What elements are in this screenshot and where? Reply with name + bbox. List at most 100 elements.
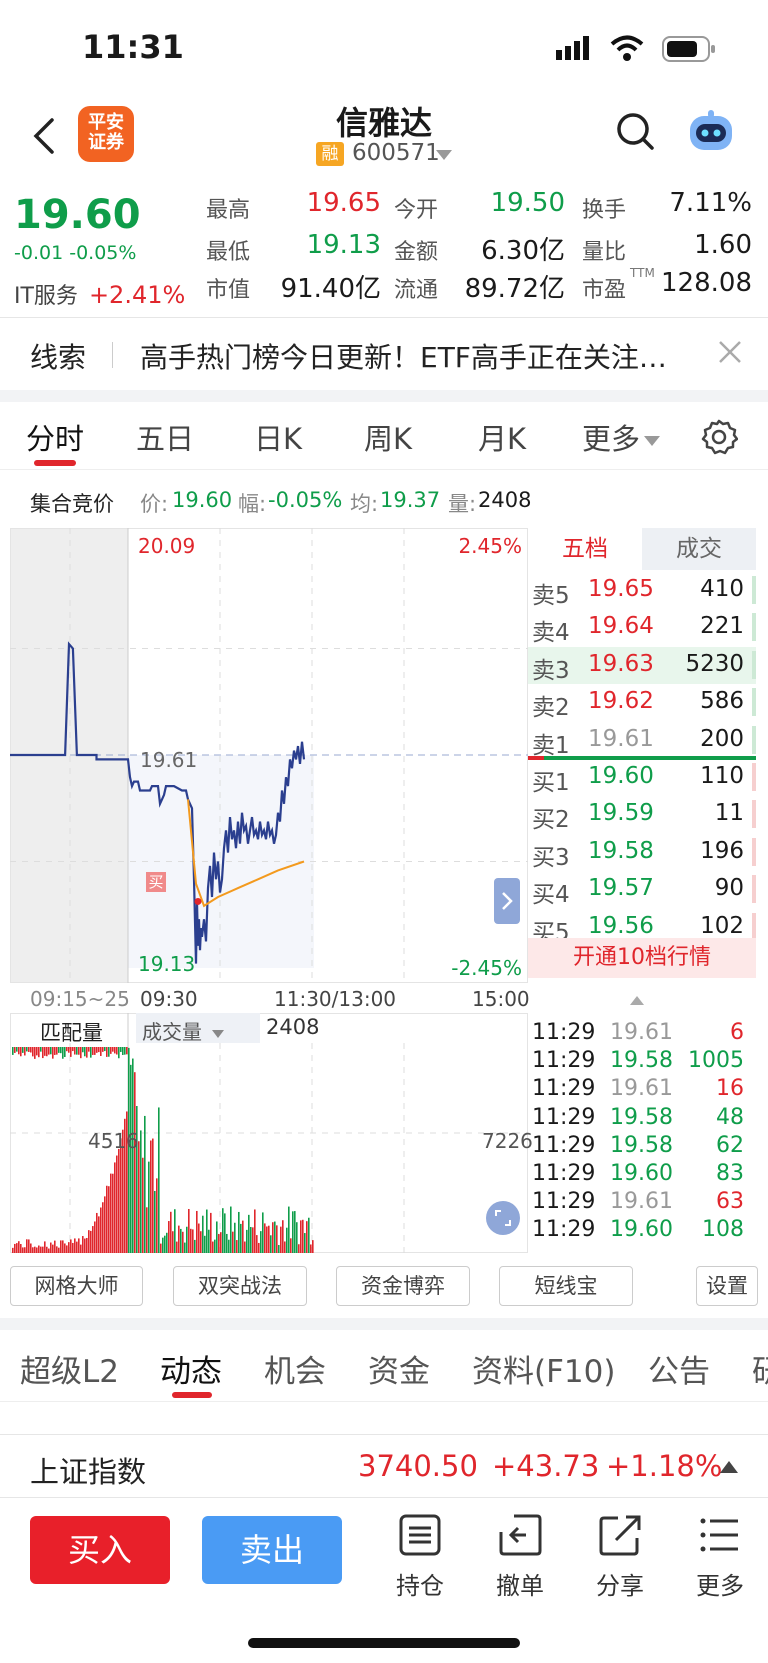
volume-bar	[110, 1173, 112, 1253]
volume-bar	[112, 1173, 114, 1253]
tab-profile-f10[interactable]: 资料(F10)	[472, 1346, 615, 1391]
search-icon[interactable]	[614, 110, 658, 154]
chart-top-price: 20.09	[138, 534, 196, 558]
collapse-up-icon[interactable]	[630, 996, 644, 1005]
tick-time: 11:29	[532, 1048, 596, 1074]
chart-reference-price: 19.61	[140, 748, 198, 772]
tab-trades[interactable]: 成交	[642, 528, 756, 570]
match-volume-bar	[42, 1047, 44, 1059]
tab-opportunity[interactable]: 机会	[264, 1346, 326, 1391]
robot-assistant-icon[interactable]	[686, 108, 736, 156]
time-tick-close: 15:00	[472, 987, 530, 1011]
tab-more[interactable]: 更多	[582, 416, 661, 458]
tab-five-levels[interactable]: 五档	[528, 528, 642, 570]
trade-tick-row: 11:29 19.61 63	[532, 1189, 756, 1217]
grid-master-button[interactable]: 网格大师	[10, 1266, 143, 1306]
volume-bar	[52, 1244, 54, 1253]
upgrade-ten-level-button[interactable]: 开通10档行情	[528, 938, 756, 978]
match-volume-bar	[92, 1047, 94, 1055]
expand-panel-button[interactable]	[494, 878, 520, 924]
volume-bar	[252, 1227, 254, 1253]
level-label: 卖3	[532, 657, 570, 684]
volume-selector[interactable]: 成交量	[136, 1013, 260, 1044]
volume-bar	[184, 1242, 186, 1253]
volume-bar	[22, 1247, 24, 1253]
cellular-signal-icon	[556, 36, 594, 60]
volume-bar	[48, 1248, 50, 1253]
holdings-button[interactable]: 持仓	[380, 1514, 460, 1600]
level-price: 19.56	[588, 912, 654, 939]
match-volume-bar	[22, 1047, 24, 1053]
cancel-order-label: 撤单	[496, 1572, 544, 1600]
tab-announcements[interactable]: 公告	[648, 1346, 710, 1391]
volume-bar	[18, 1241, 20, 1253]
tab-super-l2[interactable]: 超级L2	[20, 1346, 119, 1391]
sell-button[interactable]: 卖出	[202, 1516, 342, 1584]
spread-divider	[528, 756, 756, 760]
volume-bar	[248, 1214, 250, 1253]
match-volume-bar	[94, 1047, 96, 1055]
chart-period-tabs: 分时 五日 日K 周K 月K 更多	[0, 402, 768, 470]
tab-weekly-k[interactable]: 周K	[364, 416, 412, 458]
quote-field-label: 量比	[582, 240, 627, 265]
change-value: -0.01	[14, 242, 64, 264]
volume-bar	[254, 1209, 256, 1253]
volume-bar	[24, 1247, 26, 1253]
match-volume-bar	[60, 1047, 62, 1054]
match-volume-bar	[18, 1047, 20, 1055]
volume-bar	[96, 1212, 98, 1253]
volume-bar	[176, 1241, 178, 1253]
level-label: 买2	[532, 807, 570, 834]
volume-bar	[116, 1155, 118, 1253]
volume-bar	[158, 1107, 160, 1253]
level-volume-bar	[752, 875, 756, 904]
auction-price: 19.60	[172, 488, 233, 512]
tab-intraday[interactable]: 分时	[26, 416, 84, 458]
sector-change: +2.41%	[88, 281, 186, 309]
capital-game-button[interactable]: 资金博弈	[336, 1266, 470, 1306]
volume-bar	[242, 1220, 244, 1253]
volume-bar	[302, 1219, 304, 1253]
match-volume-bar	[80, 1047, 82, 1059]
settings-gear-icon[interactable]	[700, 418, 739, 456]
tab-daily-k[interactable]: 日K	[254, 416, 302, 458]
more-button[interactable]: 更多	[680, 1514, 760, 1600]
expand-up-icon[interactable]	[720, 1461, 738, 1473]
share-button[interactable]: 分享	[580, 1514, 660, 1600]
match-volume-bar	[16, 1047, 18, 1052]
tick-time: 11:29	[532, 1161, 596, 1186]
stock-code-selector[interactable]: 融 600571	[316, 140, 456, 170]
volume-bar	[206, 1209, 208, 1253]
order-book-row: 卖1 19.61 200	[528, 722, 756, 759]
index-percent: +1.18%	[606, 1449, 723, 1483]
tab-funds[interactable]: 资金	[368, 1346, 430, 1391]
volume-panel[interactable]: 匹配量 成交量 2408 4516 7226	[10, 1013, 533, 1253]
match-volume-bar	[84, 1047, 86, 1057]
close-icon[interactable]	[716, 338, 744, 366]
match-volume-bar	[102, 1047, 104, 1052]
buy-button[interactable]: 买入	[30, 1516, 170, 1584]
tab-five-day[interactable]: 五日	[136, 416, 194, 458]
volume-bar	[312, 1240, 314, 1253]
clue-text: 高手热门榜今日更新！ETF高手正在关注…	[140, 341, 667, 374]
auction-vol-label: 量:	[448, 492, 477, 516]
index-ticker[interactable]: 上证指数 3740.50 +43.73 +1.18%	[0, 1434, 768, 1498]
tools-settings-button[interactable]: 设置	[696, 1266, 758, 1306]
back-button[interactable]	[24, 114, 64, 158]
double-breakout-button[interactable]: 双突战法	[173, 1266, 307, 1306]
match-volume-bar	[86, 1047, 88, 1058]
intraday-chart[interactable]: 20.09 2.45% 19.61 19.13 -2.45% 买	[10, 528, 528, 983]
level-price: 19.61	[588, 725, 654, 752]
match-volume-bar	[48, 1047, 50, 1055]
sector-link[interactable]: IT服务 +2.41%	[14, 278, 185, 310]
quote-field-label: 最低	[206, 240, 251, 265]
tab-monthly-k[interactable]: 月K	[478, 416, 526, 458]
volume-bar	[140, 1130, 142, 1253]
trade-tick-row: 11:29 19.58 1005	[532, 1048, 756, 1076]
clue-banner[interactable]: 线索 高手热门榜今日更新！ETF高手正在关注…	[0, 318, 768, 390]
short-term-button[interactable]: 短线宝	[499, 1266, 633, 1306]
tab-dynamic[interactable]: 动态	[160, 1346, 222, 1391]
cancel-order-button[interactable]: 撤单	[480, 1514, 560, 1600]
tab-research[interactable]: 研	[752, 1346, 768, 1391]
fullscreen-icon[interactable]	[486, 1201, 520, 1235]
